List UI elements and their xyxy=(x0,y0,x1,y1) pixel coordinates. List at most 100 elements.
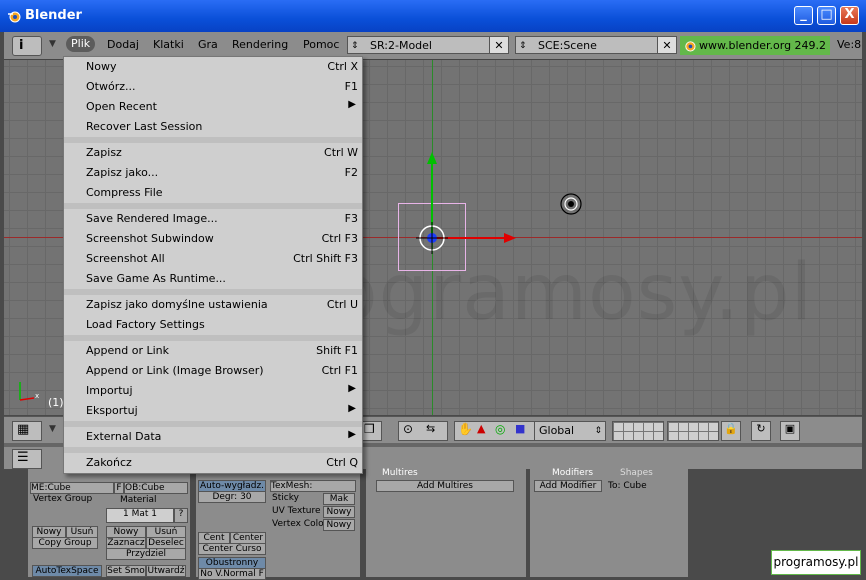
autotexspace-toggle[interactable]: AutoTexSpace xyxy=(32,565,102,577)
texmesh-field[interactable]: TexMesh: xyxy=(270,480,356,492)
menu-item-otworz[interactable]: Otwórz... F1 xyxy=(64,77,362,97)
vertex-group-label: Vertex Group xyxy=(33,494,93,504)
menu-item-nowy[interactable]: Nowy Ctrl X xyxy=(64,57,362,77)
assign-label: Przydziel xyxy=(126,549,166,559)
window-type-button[interactable]: i xyxy=(12,36,42,56)
pivot-button[interactable]: ⊙ ⇆ xyxy=(398,421,448,441)
screen-name: SR:2-Model xyxy=(370,39,432,52)
menu-item-save-rendered-image[interactable]: Save Rendered Image... F3 xyxy=(64,209,362,229)
new-label: Nowy xyxy=(326,520,352,530)
mesh-name-field[interactable]: ME:Cube xyxy=(30,482,114,494)
delete-scene-icon[interactable]: ✕ xyxy=(657,37,676,53)
material-index[interactable]: 1 Mat 1 xyxy=(106,508,174,523)
hand-icon[interactable]: ✋ xyxy=(458,422,473,436)
menu-item-label: Open Recent xyxy=(86,100,157,113)
menu-item-label: Zapisz jako domyślne ustawienia xyxy=(86,298,268,311)
menu-item-zapisz-jako[interactable]: Zapisz jako... F2 xyxy=(64,163,362,183)
axis-gizmo-icon: x xyxy=(19,382,39,401)
layer-buttons-1[interactable] xyxy=(612,421,664,441)
scale-icon[interactable]: ■ xyxy=(515,422,525,435)
menu-item-eksportuj[interactable]: Eksportuj ▶ xyxy=(64,401,362,421)
menu-rendering[interactable]: Rendering xyxy=(232,38,288,51)
assign-button[interactable]: Przydziel xyxy=(106,548,186,560)
menu-item-shortcut: F3 xyxy=(344,212,358,225)
set-smooth-button[interactable]: Set Smo xyxy=(106,565,146,577)
center-cursor-label: Center Curso xyxy=(202,544,262,554)
modifiers-tab[interactable]: Modifiers xyxy=(552,468,593,478)
menu-dodaj[interactable]: Dodaj xyxy=(107,38,139,51)
buttons-type-button[interactable]: ☰ xyxy=(12,449,42,469)
center-new-label: Cent xyxy=(203,533,225,543)
menu-item-append-or-link-image-browser[interactable]: Append or Link (Image Browser) Ctrl F1 xyxy=(64,361,362,381)
help-button[interactable]: ? xyxy=(174,508,188,523)
menu-item-shortcut: F2 xyxy=(344,166,358,179)
collapse-triangle-icon[interactable]: ▼ xyxy=(49,424,56,434)
copy-group-button[interactable]: Copy Group xyxy=(32,537,98,549)
multires-tab[interactable]: Multires xyxy=(382,468,418,478)
vertex-color-new-button[interactable]: Nowy xyxy=(323,519,355,531)
menu-item-label: Zapisz jako... xyxy=(86,166,159,179)
multires-panel: Multires Add Multires xyxy=(366,468,526,577)
menu-item-save-game-as-runtime[interactable]: Save Game As Runtime... xyxy=(64,269,362,289)
menu-item-open-recent[interactable]: Open Recent ▶ xyxy=(64,97,362,117)
no-vnormal-flip-toggle[interactable]: No V.Normal F xyxy=(198,568,266,580)
menu-item-zapisz[interactable]: Zapisz Ctrl W xyxy=(64,143,362,163)
menu-item-screenshot-subwindow[interactable]: Screenshot Subwindow Ctrl F3 xyxy=(64,229,362,249)
menu-gra[interactable]: Gra xyxy=(198,38,218,51)
double-sided-label: Obustronny xyxy=(205,558,259,568)
object-name: OB:Cube xyxy=(125,483,165,493)
menu-item-append-or-link[interactable]: Append or Link Shift F1 xyxy=(64,341,362,361)
menu-item-shortcut: Ctrl F1 xyxy=(321,364,358,377)
menu-item-shortcut: Ctrl F3 xyxy=(321,232,358,245)
proportional-edit-icon[interactable]: ↻ xyxy=(751,421,771,441)
menu-item-compress-file[interactable]: Compress File xyxy=(64,183,362,203)
menu-item-recover-last-session[interactable]: Recover Last Session xyxy=(64,117,362,137)
maximize-button[interactable]: □ xyxy=(817,6,836,25)
center-cursor-button[interactable]: Center Curso xyxy=(198,543,266,555)
menu-item-zakoncz[interactable]: Zakończ Ctrl Q xyxy=(64,453,362,473)
degree-field[interactable]: Degr: 30 xyxy=(198,491,266,503)
orientation-select[interactable]: Global ⇕ xyxy=(534,421,606,441)
menu-item-label: Compress File xyxy=(86,186,163,199)
texmesh-label: TexMesh: xyxy=(271,481,313,491)
lock-icon[interactable]: 🔒 xyxy=(721,421,741,441)
minimize-button[interactable]: _ xyxy=(794,6,813,25)
fake-user-button[interactable]: F xyxy=(114,482,124,494)
snap-icon: ⇆ xyxy=(426,422,436,435)
collapse-triangle-icon[interactable]: ▼ xyxy=(49,39,56,49)
set-solid-button[interactable]: Utwardź xyxy=(146,565,186,577)
add-multires-button[interactable]: Add Multires xyxy=(376,480,514,492)
submenu-arrow-icon: ▶ xyxy=(348,429,356,440)
uv-texture-new-button[interactable]: Nowy xyxy=(323,506,355,518)
transform-manipulator[interactable] xyxy=(412,150,522,260)
object-name-field[interactable]: OB:Cube xyxy=(124,482,188,494)
maximize-icon: □ xyxy=(820,7,833,22)
close-button[interactable]: X xyxy=(840,6,859,25)
manipulator-buttons[interactable]: ✋ ▲ ◎ ■ xyxy=(454,421,536,441)
copy-group-label: Copy Group xyxy=(38,538,92,548)
draw-mode-button[interactable]: ❒ xyxy=(360,421,382,441)
screen-selector[interactable]: ⇕ SR:2-Model ✕ xyxy=(347,36,509,54)
shapes-tab[interactable]: Shapes xyxy=(620,468,653,478)
render-view-icon[interactable]: ▣ xyxy=(780,421,800,441)
version-text: www.blender.org 249.2 xyxy=(699,39,827,52)
new-label: Nowy xyxy=(326,507,352,517)
menu-item-importuj[interactable]: Importuj ▶ xyxy=(64,381,362,401)
menu-item-external-data[interactable]: External Data ▶ xyxy=(64,427,362,447)
layer-buttons-2[interactable] xyxy=(667,421,719,441)
scene-selector[interactable]: ⇕ SCE:Scene ✕ xyxy=(515,36,677,54)
menu-pomoc[interactable]: Pomoc xyxy=(303,38,339,51)
menu-plik[interactable]: Plik xyxy=(66,36,96,52)
camera-target-icon[interactable] xyxy=(559,192,583,216)
menu-klatki[interactable]: Klatki xyxy=(153,38,184,51)
delete-screen-icon[interactable]: ✕ xyxy=(489,37,508,53)
menu-item-load-factory-settings[interactable]: Load Factory Settings xyxy=(64,315,362,335)
sticky-make-button[interactable]: Mak xyxy=(323,493,355,505)
translate-icon[interactable]: ▲ xyxy=(477,422,485,435)
menu-item-save-default-settings[interactable]: Zapisz jako domyślne ustawienia Ctrl U xyxy=(64,295,362,315)
rotate-icon[interactable]: ◎ xyxy=(495,422,505,436)
add-multires-label: Add Multires xyxy=(416,481,473,491)
menu-item-screenshot-all[interactable]: Screenshot All Ctrl Shift F3 xyxy=(64,249,362,269)
add-modifier-button[interactable]: Add Modifier xyxy=(534,480,602,492)
view-type-button[interactable]: ▦ xyxy=(12,421,42,441)
